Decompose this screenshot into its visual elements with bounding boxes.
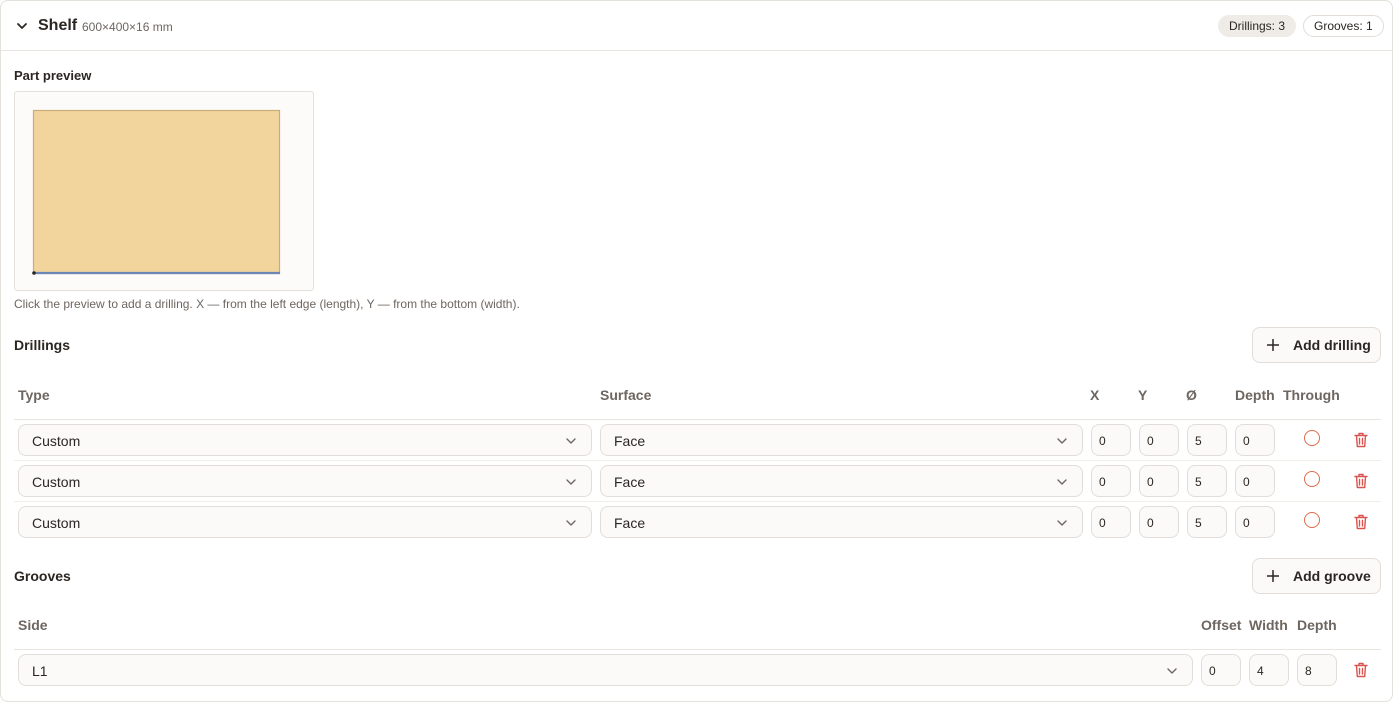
add-drilling-label: Add drilling: [1293, 337, 1371, 353]
chevron-down-icon: [1057, 520, 1067, 526]
drilling-type-select[interactable]: Custom: [18, 465, 592, 497]
drilling-type-select[interactable]: Custom: [18, 506, 592, 538]
drilling-x-input[interactable]: 0: [1091, 506, 1131, 538]
drilling-surface-value: Face: [614, 474, 646, 490]
drilling-type-select[interactable]: Custom: [18, 424, 592, 456]
add-groove-button[interactable]: Add groove: [1252, 558, 1381, 594]
drilling-y-input[interactable]: 0: [1139, 424, 1179, 456]
trash-icon[interactable]: [1354, 514, 1368, 530]
groove-width-input[interactable]: 4: [1249, 654, 1289, 686]
column-header-width: Width: [1249, 617, 1288, 633]
part-preview-canvas[interactable]: [15, 92, 315, 292]
column-header-y: Y: [1138, 387, 1148, 403]
column-header-side: Side: [18, 617, 48, 633]
grooves-title: Grooves: [14, 568, 71, 584]
groove-offset-value: 0: [1209, 664, 1216, 678]
drilling-depth-value: 0: [1243, 516, 1250, 530]
part-title: Shelf: [38, 17, 78, 34]
drillings-header-divider: [14, 419, 1381, 420]
drilling-y-input[interactable]: 0: [1139, 506, 1179, 538]
drilling-surface-select[interactable]: Face: [600, 506, 1083, 538]
drilling-depth-value: 0: [1243, 434, 1250, 448]
drilling-depth-input[interactable]: 0: [1235, 506, 1275, 538]
chevron-down-icon: [566, 438, 576, 444]
preview-label: Part preview: [14, 68, 92, 83]
drilling-y-input[interactable]: 0: [1139, 465, 1179, 497]
drilling-surface-select[interactable]: Face: [600, 424, 1083, 456]
preview-hint: Click the preview to add a drilling. X —…: [14, 297, 520, 311]
drilling-depth-input[interactable]: 0: [1235, 465, 1275, 497]
plus-icon: [1267, 570, 1279, 582]
chevron-down-icon: [1057, 438, 1067, 444]
drilling-y-value: 0: [1147, 475, 1154, 489]
drilling-surface-value: Face: [614, 433, 646, 449]
drilling-through-radio[interactable]: [1304, 430, 1320, 446]
drilling-through-radio[interactable]: [1304, 512, 1320, 528]
chevron-down-icon: [566, 520, 576, 526]
groove-width-value: 4: [1257, 664, 1264, 678]
drilling-y-value: 0: [1147, 516, 1154, 530]
add-drilling-button[interactable]: Add drilling: [1252, 327, 1381, 363]
part-dimensions: 600×400×16 mm: [82, 20, 173, 34]
chevron-down-icon[interactable]: [14, 18, 30, 34]
drilling-surface-select[interactable]: Face: [600, 465, 1083, 497]
drilling-diameter-input[interactable]: 5: [1187, 465, 1227, 497]
drilling-diameter-input[interactable]: 5: [1187, 424, 1227, 456]
groove-depth-value: 8: [1305, 664, 1312, 678]
trash-icon[interactable]: [1354, 432, 1368, 448]
chevron-down-icon: [1167, 668, 1177, 674]
plus-icon: [1267, 339, 1279, 351]
trash-icon[interactable]: [1354, 662, 1368, 678]
drilling-depth-value: 0: [1243, 475, 1250, 489]
groove-offset-input[interactable]: 0: [1201, 654, 1241, 686]
column-header-x: X: [1090, 387, 1100, 403]
drilling-type-value: Custom: [32, 474, 81, 490]
drilling-marker: [32, 271, 36, 275]
drilling-y-value: 0: [1147, 434, 1154, 448]
drilling-type-value: Custom: [32, 515, 81, 531]
drilling-depth-input[interactable]: 0: [1235, 424, 1275, 456]
row-divider: [14, 501, 1381, 502]
row-divider: [14, 460, 1381, 461]
drilling-x-value: 0: [1099, 475, 1106, 489]
drilling-diameter-value: 5: [1195, 475, 1202, 489]
column-header-surface: Surface: [600, 387, 652, 403]
drilling-through-radio[interactable]: [1304, 471, 1320, 487]
groove-side-select[interactable]: L1: [18, 654, 1193, 686]
drilling-x-input[interactable]: 0: [1091, 424, 1131, 456]
drilling-diameter-input[interactable]: 5: [1187, 506, 1227, 538]
column-header-offset: Offset: [1201, 617, 1242, 633]
chevron-down-icon: [566, 479, 576, 485]
drilling-type-value: Custom: [32, 433, 81, 449]
trash-icon[interactable]: [1354, 473, 1368, 489]
column-header-through: Through: [1283, 387, 1340, 403]
part-board: [32, 109, 281, 275]
column-header-diameter: Ø: [1186, 387, 1197, 403]
drilling-diameter-value: 5: [1195, 434, 1202, 448]
part-preview[interactable]: [14, 91, 314, 291]
drilling-x-input[interactable]: 0: [1091, 465, 1131, 497]
add-groove-label: Add groove: [1293, 568, 1371, 584]
drillings-title: Drillings: [14, 337, 71, 353]
drillings-count-badge: Drillings: 3: [1218, 15, 1297, 37]
drilling-x-value: 0: [1099, 434, 1106, 448]
column-header-depth: Depth: [1235, 387, 1275, 403]
drilling-x-value: 0: [1099, 516, 1106, 530]
grooves-count-badge: Grooves: 1: [1303, 15, 1384, 37]
groove-depth-input[interactable]: 8: [1297, 654, 1337, 686]
part-card: Shelf 600×400×16 mm Drillings: 3 Grooves…: [0, 0, 1393, 702]
chevron-down-icon: [1057, 479, 1067, 485]
part-header[interactable]: Shelf 600×400×16 mm Drillings: 3 Grooves…: [1, 1, 1392, 51]
column-header-groove-depth: Depth: [1297, 617, 1337, 633]
grooves-header-divider: [14, 649, 1381, 650]
groove-side-value: L1: [32, 663, 48, 679]
drilling-surface-value: Face: [614, 515, 646, 531]
column-header-type: Type: [18, 387, 50, 403]
drilling-diameter-value: 5: [1195, 516, 1202, 530]
